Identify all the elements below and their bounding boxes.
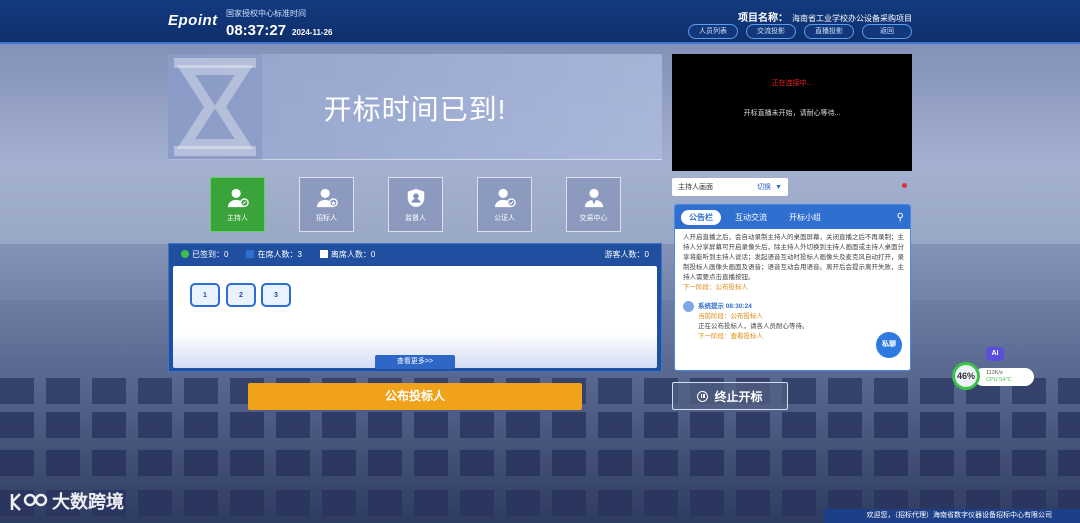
view-more-button[interactable]: 查看更多>> <box>375 355 455 369</box>
stop-button-label: 终止开标 <box>714 389 763 404</box>
tab-bulletin[interactable]: 公告栏 <box>681 209 721 225</box>
seat-3[interactable]: 3 <box>261 283 291 307</box>
live-video-panel: 正在连接中... 开标直播未开始，请耐心等待... <box>672 54 912 171</box>
search-icon[interactable]: ⚲ <box>897 212 904 223</box>
private-chat-button[interactable]: 私聊 <box>876 332 902 358</box>
notice-tabs: 公告栏 互动交流 开标小组 ⚲ <box>675 205 910 229</box>
video-error-text: 正在连接中... <box>771 80 813 87</box>
role-host[interactable]: 主持人 <box>210 177 265 232</box>
role-label: 主持人 <box>227 214 248 222</box>
seat-area: 1 2 3 <box>173 266 657 368</box>
watermark-logo-icon <box>10 493 48 511</box>
role-supervisor[interactable]: 监督人 <box>388 177 443 232</box>
performance-widget[interactable]: 112K/s CPU 54℃ 46% <box>952 362 1034 390</box>
notice-panel: 公告栏 互动交流 开标小组 ⚲ 人开启直播之后，会自动录制主持人的桌面屏幕，关闭… <box>674 204 911 371</box>
switch-view-link[interactable]: 切换 <box>757 182 771 192</box>
role-label: 交易中心 <box>579 214 608 222</box>
role-label: 公证人 <box>494 214 515 222</box>
auditorium-seats <box>0 450 1080 476</box>
tab-interaction[interactable]: 互动交流 <box>727 210 775 225</box>
guest-count: 游客人数：0 <box>604 249 649 259</box>
notice-content: 人开启直播之后，会自动录制主持人的桌面屏幕，关闭直播之后不再录制；主持人分享屏幕… <box>675 229 910 370</box>
trading-center-icon <box>584 188 603 207</box>
system-avatar-icon <box>683 301 694 312</box>
role-label: 监督人 <box>405 214 426 222</box>
time-label: 国家授权中心标准时间 <box>226 9 306 18</box>
top-bar: Epoint 国家授权中心标准时间 08:37:27 2024-11-26 项目… <box>0 0 1080 44</box>
host-view-value: 主持人画面 <box>678 184 713 191</box>
host-view-select[interactable]: 主持人画面 切换 ▼ <box>672 178 788 196</box>
notice-intro: 人开启直播之后，会自动录制主持人的桌面屏幕，关闭直播之后不再录制；主持人分享屏幕… <box>683 234 904 281</box>
system-message-title: 系统提示 08:30:24 <box>698 302 752 310</box>
supervisor-icon <box>407 188 424 207</box>
video-status-text: 开标直播未开始，请耐心等待... <box>743 110 841 117</box>
seat-2[interactable]: 2 <box>226 283 256 307</box>
tab-bid-team[interactable]: 开标小组 <box>781 210 829 225</box>
cpu-temperature: CPU 54℃ <box>986 377 1012 383</box>
signed-count: 已签到：0 <box>181 249 228 260</box>
notary-icon <box>494 188 516 207</box>
bid-opening-banner: 开标时间已到! <box>168 54 662 160</box>
performance-details: 112K/s CPU 54℃ <box>974 368 1034 386</box>
host-icon <box>227 188 249 207</box>
current-time: 08:37:27 <box>226 22 287 39</box>
ai-assistant-button[interactable]: AI <box>986 347 1004 361</box>
pause-icon <box>697 390 709 402</box>
system-message-header: 系统提示 08:30:24 <box>683 301 904 312</box>
watermark-text: 大数跨境 <box>52 492 124 512</box>
network-speed: 112K/s <box>986 370 1003 376</box>
online-count: 在席人数：3 <box>246 249 302 260</box>
back-button[interactable]: 返回 <box>862 24 912 39</box>
system-message-text: 正在公布投标人，请各人员耐心等待。 <box>698 323 809 330</box>
offline-square-icon <box>319 249 328 258</box>
role-label: 招标人 <box>316 214 337 222</box>
online-square-icon <box>246 249 255 258</box>
role-notary[interactable]: 公证人 <box>477 177 532 232</box>
attendance-stats: 已签到：0 在席人数：3 离席人数：0 游客人数：0 <box>169 244 661 264</box>
project-name: 海南省工业学校办公设备采购项目 <box>792 14 912 23</box>
chevron-down-icon: ▼ <box>775 183 782 191</box>
next-step-link[interactable]: 下一阶段：公布投标人 <box>683 283 904 293</box>
personnel-list-button[interactable]: 人员列表 <box>688 24 738 39</box>
tenderer-icon <box>316 188 338 207</box>
watermark: 大数跨境 <box>10 488 124 514</box>
exchange-projection-button[interactable]: 交流投影 <box>746 24 796 39</box>
current-date: 2024-11-26 <box>292 28 333 37</box>
stop-bid-opening-button[interactable]: 终止开标 <box>672 382 788 410</box>
current-stage-text: 当前阶段：公布投标人 <box>698 313 763 320</box>
role-selector: 主持人 招标人 监督人 公证人 交易中心 <box>210 177 621 232</box>
attendance-panel: 已签到：0 在席人数：3 离席人数：0 游客人数：0 1 2 3 查看更多>> <box>168 243 662 372</box>
epoint-logo: Epoint <box>168 12 218 29</box>
role-trading-center[interactable]: 交易中心 <box>566 177 621 232</box>
publish-bidders-button[interactable]: 公布投标人 <box>248 383 582 410</box>
offline-count: 离席人数：0 <box>319 249 375 260</box>
auditorium-seats <box>0 412 1080 438</box>
seat-1[interactable]: 1 <box>190 283 220 307</box>
memory-usage-gauge: 46% <box>952 362 980 390</box>
next-step-link[interactable]: 下一阶段：查看投标人 <box>683 332 904 342</box>
project-label: 项目名称： <box>738 13 788 24</box>
project-info: 项目名称： 海南省工业学校办公设备采购项目 <box>738 9 912 24</box>
footer-welcome: 欢迎您，（招标代理）海南省数字仪器设备招标中心有限公司 <box>824 509 1080 523</box>
top-button-group: 人员列表 交流投影 直播投影 返回 <box>688 24 912 39</box>
check-icon <box>181 249 189 258</box>
bid-opening-message: 开标时间已到! <box>323 94 507 125</box>
live-projection-button[interactable]: 直播投影 <box>804 24 854 39</box>
recording-indicator-icon <box>902 183 907 188</box>
role-tenderer[interactable]: 招标人 <box>299 177 354 232</box>
